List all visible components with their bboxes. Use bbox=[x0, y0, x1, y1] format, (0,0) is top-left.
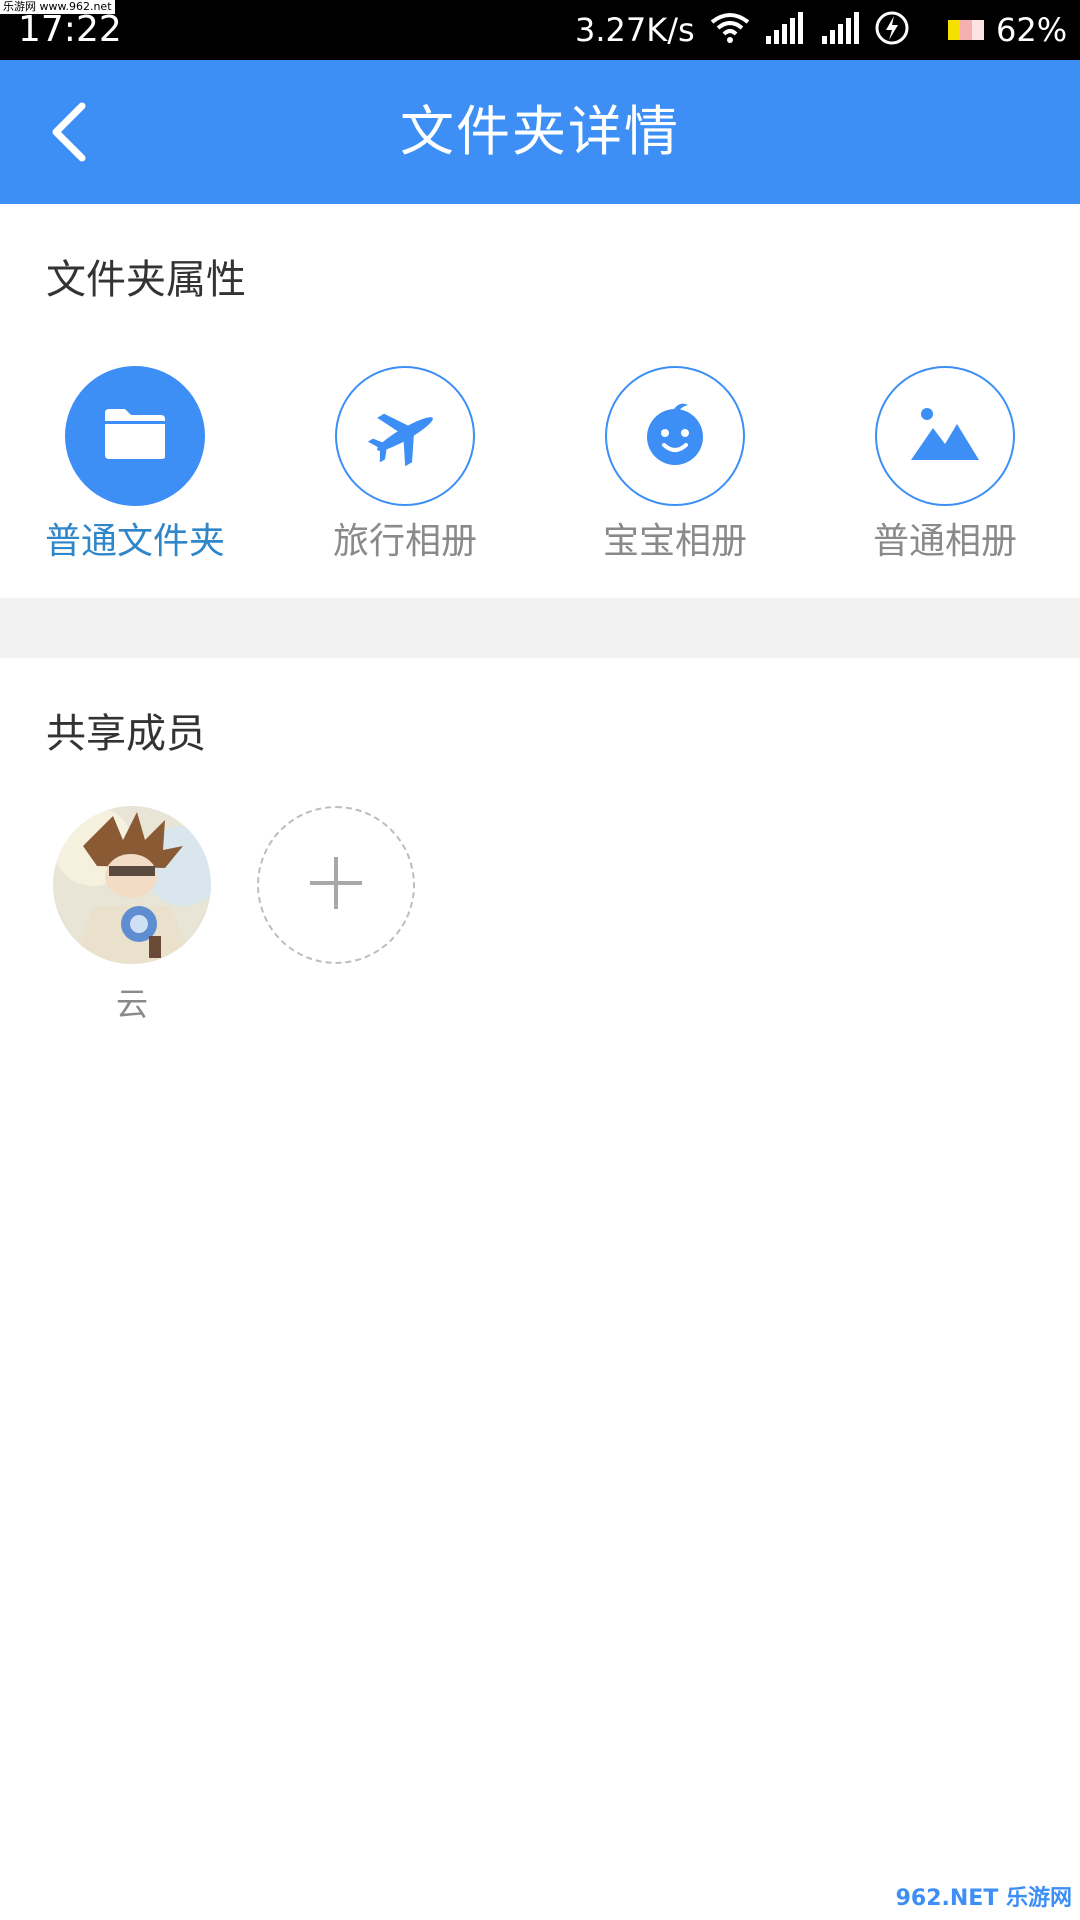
charging-icon bbox=[874, 10, 910, 50]
attr-normal-album[interactable]: 普通相册 bbox=[855, 366, 1035, 564]
corner-watermark: 962.NET 乐游网 bbox=[895, 1886, 1072, 1911]
battery-icon bbox=[948, 18, 988, 46]
attributes-section-title: 文件夹属性 bbox=[46, 257, 246, 303]
battery-percent: 62% bbox=[996, 11, 1068, 49]
attr-label: 旅行相册 bbox=[332, 521, 477, 562]
attr-label: 宝宝相册 bbox=[602, 521, 747, 562]
member-name: 云 bbox=[115, 985, 148, 1023]
attr-baby-album[interactable]: 宝宝相册 bbox=[585, 366, 765, 564]
attr-travel-album[interactable]: 旅行相册 bbox=[315, 366, 495, 564]
status-bar: 乐游网 www.962.net 17:22 3.27K/s 62% bbox=[0, 0, 1080, 60]
avatar bbox=[53, 806, 211, 964]
airplane-icon bbox=[367, 400, 443, 472]
section-divider bbox=[0, 598, 1080, 658]
attr-label: 普通文件夹 bbox=[45, 521, 226, 562]
landscape-icon bbox=[909, 404, 981, 468]
folder-icon bbox=[103, 407, 167, 465]
wifi-icon bbox=[710, 10, 750, 50]
attr-label: 普通相册 bbox=[872, 521, 1017, 562]
baby-face-icon bbox=[640, 399, 710, 473]
attr-normal-folder[interactable]: 普通文件夹 bbox=[45, 366, 225, 564]
attr-circle bbox=[335, 366, 475, 506]
cell-signal-icon bbox=[764, 10, 806, 50]
attr-circle bbox=[875, 366, 1015, 506]
status-time: 17:22 bbox=[18, 9, 122, 50]
plus-icon bbox=[306, 853, 366, 917]
members-section-title: 共享成员 bbox=[46, 711, 206, 757]
add-member-button[interactable] bbox=[257, 806, 415, 964]
attr-circle bbox=[65, 366, 205, 506]
attr-circle bbox=[605, 366, 745, 506]
member-item[interactable]: 云 bbox=[52, 806, 212, 1024]
network-speed: 3.27K/s bbox=[575, 11, 695, 49]
app-header: 文件夹详情 bbox=[0, 60, 1080, 204]
cell-signal-2-icon bbox=[820, 10, 862, 50]
page-title: 文件夹详情 bbox=[400, 100, 680, 163]
